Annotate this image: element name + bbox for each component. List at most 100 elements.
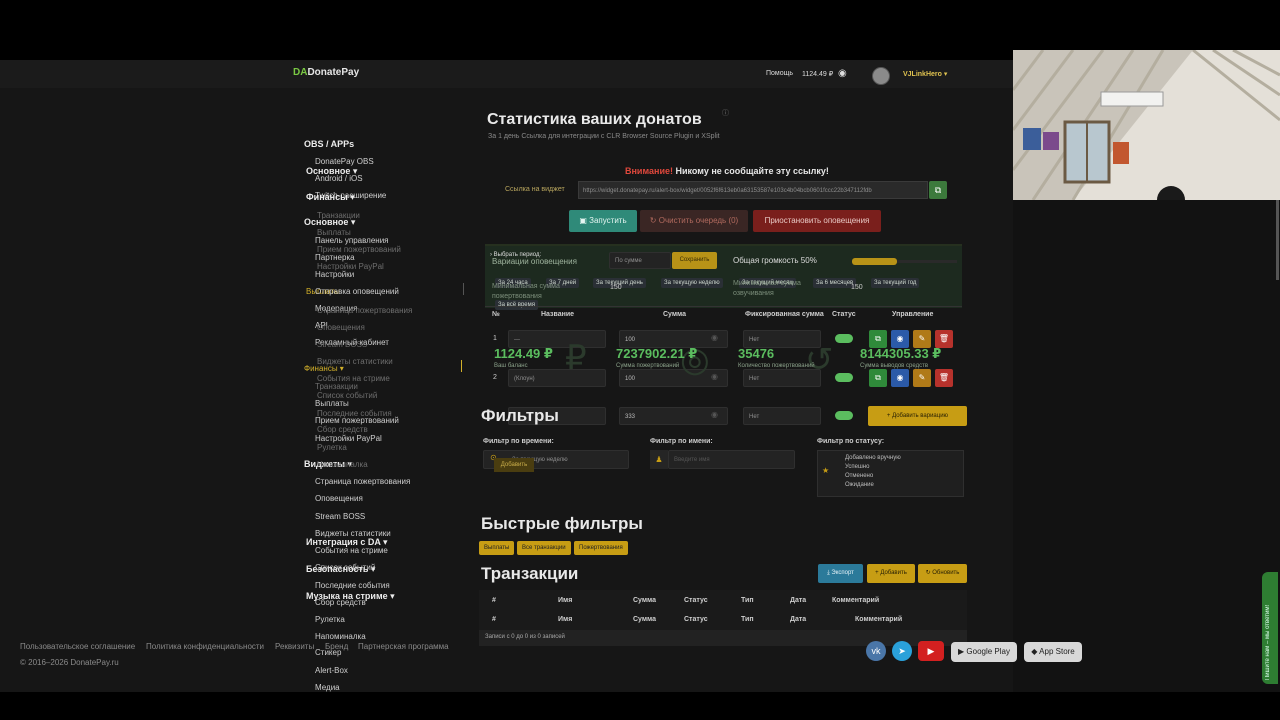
add-variation-button[interactable]: + Добавить вариацию — [868, 406, 967, 426]
sidebar-item[interactable]: DonatePay OBS — [315, 157, 374, 166]
pause-alerts-button[interactable]: Приостановить оповещения — [753, 210, 881, 232]
sidebar-item[interactable]: Медиа — [315, 683, 340, 692]
row-fixed-select[interactable]: Нет — [743, 407, 821, 425]
delete-icon[interactable]: 🗑 — [935, 369, 953, 387]
tx-header[interactable]: Тип — [741, 597, 754, 604]
sidebar-item[interactable]: Alert-Box — [315, 666, 348, 675]
tx-header[interactable]: Комментарий — [832, 597, 879, 604]
row-number: 2 — [493, 374, 497, 381]
tx-header[interactable]: Статус — [684, 597, 708, 604]
sidebar-item[interactable]: Страница пожертвования — [315, 477, 410, 486]
min-tts-value: 150 — [851, 284, 863, 291]
sidebar-item[interactable]: События на стриме — [315, 546, 388, 555]
eye-icon[interactable]: ◉ — [711, 372, 718, 381]
status-toggle[interactable] — [835, 334, 853, 343]
sidebar-item[interactable]: Android / iOS — [315, 174, 363, 183]
filter-name-input[interactable]: Введите имя — [668, 450, 795, 469]
sidebar-item[interactable]: Настройки — [315, 270, 354, 279]
copy-icon[interactable]: ⧉ — [869, 369, 887, 387]
footer-link[interactable]: Политика конфиденциальности — [146, 642, 264, 651]
sidebar-item[interactable]: Рулетка — [315, 615, 345, 624]
quick-filter-payouts[interactable]: Выплаты — [479, 541, 515, 555]
quick-filter-all[interactable]: Все транзакции — [517, 541, 571, 555]
status-toggle[interactable] — [835, 373, 853, 382]
sidebar-item[interactable]: Финансы ▾ — [304, 364, 344, 373]
footer-link[interactable]: Партнерская программа — [358, 642, 449, 651]
save-button[interactable]: Сохранить — [672, 252, 717, 269]
sidebar-item[interactable]: Рулетка — [317, 443, 347, 452]
period-option[interactable]: За текущую неделю — [661, 278, 723, 288]
youtube-icon[interactable]: ▶ — [918, 641, 944, 661]
volume-track — [897, 260, 957, 263]
tx-header[interactable]: Сумма — [633, 597, 656, 604]
th-status: Статус — [832, 311, 856, 318]
sidebar-item[interactable]: Сбор средств — [315, 598, 366, 607]
sort-select[interactable]: По сумме — [609, 252, 671, 269]
quick-filter-donations[interactable]: Пожертвования — [574, 541, 628, 555]
avatar[interactable] — [872, 67, 890, 85]
sidebar-item[interactable]: Stream BOSS — [315, 512, 365, 521]
app-store-badge[interactable]: ◆ App Store — [1024, 642, 1082, 662]
eye-icon[interactable]: ◉ — [838, 68, 847, 79]
eye-icon[interactable]: ◉ — [711, 333, 718, 342]
status-option[interactable]: Добавлено вручную — [845, 455, 901, 461]
footer-link[interactable]: Пользовательское соглашение — [20, 642, 135, 651]
tx-header[interactable]: Дата — [790, 597, 806, 604]
refresh-button[interactable]: ↻ Обновить — [918, 564, 967, 583]
view-icon[interactable]: ◉ — [891, 369, 909, 387]
footer-link[interactable]: Реквизиты — [275, 642, 314, 651]
feedback-label: Пишите нам – мы ответим! — [1265, 604, 1271, 680]
status-option[interactable]: Отменено — [845, 473, 873, 479]
copy-link-button[interactable]: ⧉ — [929, 181, 947, 199]
clear-queue-button[interactable]: ↻ Очистить очередь (0) — [640, 210, 748, 232]
sidebar-item[interactable]: Отправка оповещений — [315, 287, 399, 296]
scrollbar[interactable] — [1276, 200, 1279, 280]
start-button[interactable]: ▣ Запустить — [569, 210, 637, 232]
sidebar-item[interactable]: Транзакции — [315, 382, 358, 391]
logo[interactable]: DADonatePay — [293, 67, 359, 78]
sidebar-item[interactable]: Панель управления — [315, 236, 389, 245]
status-option[interactable]: Успешно — [845, 464, 869, 470]
sidebar-item[interactable]: Оповещения — [317, 323, 365, 332]
sidebar-item[interactable]: Сбор средств — [317, 425, 368, 434]
help-link[interactable]: Помощь — [766, 70, 793, 77]
add-small-button[interactable]: Добавить — [494, 458, 534, 472]
tx-header[interactable]: # — [492, 597, 496, 604]
sidebar-item[interactable]: Список событий — [315, 563, 375, 572]
sidebar-item[interactable]: Основное ▾ — [304, 217, 355, 228]
sidebar-item[interactable]: Stream BOSS — [317, 340, 367, 349]
status-toggle[interactable] — [835, 411, 853, 420]
status-option[interactable]: Ожидание — [845, 482, 874, 488]
info-icon[interactable]: ⓘ — [722, 108, 729, 118]
period-option[interactable]: За 6 месяцев — [813, 278, 857, 288]
volume-slider[interactable] — [852, 258, 897, 265]
add-transaction-button[interactable]: + Добавить — [867, 564, 915, 583]
sidebar-item[interactable]: Выплаты — [315, 399, 349, 408]
sidebar-item[interactable]: Страница пожертвования — [317, 306, 412, 315]
sidebar-item[interactable]: Финансы ▾ — [306, 192, 355, 203]
sidebar-item[interactable]: Напоминалка — [315, 632, 366, 641]
row-name-input[interactable]: (Клоун) — [508, 369, 606, 387]
vk-icon[interactable]: vk — [866, 641, 886, 661]
tx-header[interactable]: Имя — [558, 597, 572, 604]
sidebar-item[interactable]: Настройки PayPal — [315, 434, 382, 443]
eye-icon[interactable]: ◉ — [711, 410, 718, 419]
widget-link-input[interactable]: https://widget.donatepay.ru/alert-box/wi… — [578, 181, 928, 199]
footer-link[interactable]: Бренд — [325, 642, 348, 651]
export-button[interactable]: ⤓ Экспорт — [818, 564, 863, 583]
sidebar-item[interactable]: Последние события — [315, 581, 390, 590]
tx-footer-header: Комментарий — [855, 616, 903, 623]
user-menu[interactable]: VJLinkHero ▾ — [903, 70, 947, 78]
user-name: VJLinkHero — [903, 71, 942, 78]
sidebar-item[interactable]: Партнерка — [315, 253, 355, 262]
google-play-badge[interactable]: ▶ Google Play — [951, 642, 1017, 662]
sidebar-item[interactable]: Напоминалка — [317, 460, 368, 469]
edit-icon[interactable]: ✎ — [913, 369, 931, 387]
sidebar-item[interactable]: OBS / APPs — [304, 139, 354, 149]
sidebar-item[interactable]: Оповещения — [315, 494, 363, 503]
filter-time-label: Фильтр по времени: — [483, 438, 554, 445]
period-option[interactable]: За текущий год — [871, 278, 920, 288]
feedback-tab[interactable]: Пишите нам – мы ответим! — [1262, 572, 1278, 684]
sidebar-item[interactable]: Прием пожертвований — [315, 416, 399, 425]
telegram-icon[interactable]: ➤ — [892, 641, 912, 661]
